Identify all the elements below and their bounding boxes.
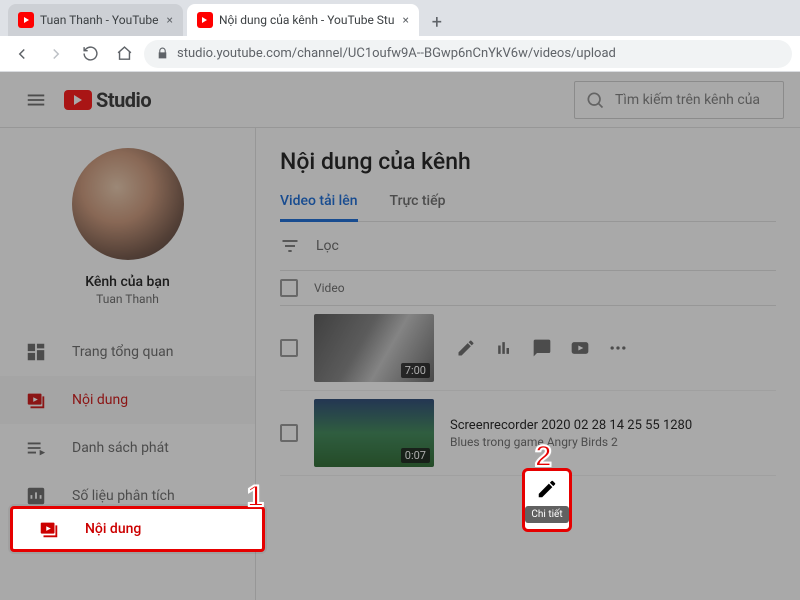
- sidebar-item-label: Nội dung: [72, 392, 128, 408]
- sidebar-item-label: Danh sách phát: [72, 440, 169, 456]
- tab-title: Tuan Thanh - YouTube: [40, 13, 159, 27]
- filter-bar[interactable]: Lọc: [280, 222, 776, 270]
- sidebar-item-dashboard[interactable]: Trang tổng quan: [0, 328, 255, 376]
- app-bar: Studio: [0, 72, 800, 128]
- youtube-icon[interactable]: [568, 336, 592, 360]
- new-tab-button[interactable]: +: [423, 8, 451, 36]
- youtube-studio-app: Studio Kênh của bạn Tuan Thanh: [0, 72, 800, 600]
- home-button[interactable]: [110, 40, 138, 68]
- annotation-label: Nội dung: [85, 521, 141, 537]
- avatar[interactable]: [72, 148, 184, 260]
- youtube-favicon: [197, 12, 213, 28]
- annotation-number-1: 1: [247, 480, 264, 514]
- edit-icon[interactable]: [454, 336, 478, 360]
- sidebar-nav: Trang tổng quan Nội dung Danh sách phát: [0, 320, 255, 528]
- youtube-favicon: [18, 12, 34, 28]
- channel-label: Kênh của bạn: [85, 274, 170, 290]
- analytics-icon[interactable]: [492, 336, 516, 360]
- tab-title: Nội dung của kênh - YouTube Stu: [219, 13, 395, 27]
- sidebar-item-playlists[interactable]: Danh sách phát: [0, 424, 255, 472]
- tooltip-detail: Chi tiết: [525, 506, 568, 523]
- youtube-logo-icon: [64, 90, 92, 110]
- content-icon: [37, 517, 61, 541]
- content-icon: [24, 388, 48, 412]
- content-tabs: Video tải lên Trực tiếp: [280, 193, 776, 222]
- pencil-icon: [536, 478, 558, 500]
- search-icon: [585, 90, 605, 110]
- column-header-video: Video: [314, 281, 345, 295]
- comments-icon[interactable]: [530, 336, 554, 360]
- logo-text: Studio: [96, 88, 151, 112]
- row-actions: [454, 336, 630, 360]
- row-checkbox[interactable]: [280, 339, 298, 357]
- annotation-highlight-edit-button: Chi tiết: [522, 468, 572, 532]
- select-all-checkbox[interactable]: [280, 279, 298, 297]
- options-icon[interactable]: [606, 336, 630, 360]
- table-row[interactable]: 0:07 Screenrecorder 2020 02 28 14 25 55 …: [280, 391, 776, 476]
- close-icon[interactable]: ×: [402, 13, 408, 27]
- sidebar-item-label: Số liệu phân tích: [72, 488, 175, 504]
- table-header: Video: [280, 270, 776, 306]
- browser-tab-strip: Tuan Thanh - YouTube × Nội dung của kênh…: [0, 0, 800, 36]
- page-title: Nội dung của kênh: [280, 148, 776, 175]
- url-text: studio.youtube.com/channel/UC1oufw9A--BG…: [177, 46, 616, 61]
- reload-button[interactable]: [76, 40, 104, 68]
- browser-toolbar: studio.youtube.com/channel/UC1oufw9A--BG…: [0, 36, 800, 72]
- hamburger-menu-button[interactable]: [16, 80, 56, 120]
- video-thumbnail[interactable]: 0:07: [314, 399, 434, 467]
- video-subtitle: Blues trong game Angry Birds 2: [450, 435, 692, 449]
- tab-uploads[interactable]: Video tải lên: [280, 193, 358, 221]
- forward-button[interactable]: [42, 40, 70, 68]
- channel-name: Tuan Thanh: [96, 292, 159, 306]
- close-icon[interactable]: ×: [167, 13, 173, 27]
- row-checkbox[interactable]: [280, 424, 298, 442]
- lock-icon: [156, 47, 169, 60]
- playlist-icon: [24, 436, 48, 460]
- video-duration: 7:00: [401, 363, 430, 378]
- search-input[interactable]: [615, 92, 775, 108]
- video-thumbnail[interactable]: 7:00: [314, 314, 434, 382]
- annotation-number-2: 2: [535, 440, 552, 474]
- dashboard-icon: [24, 340, 48, 364]
- browser-tab-active[interactable]: Nội dung của kênh - YouTube Stu ×: [187, 4, 419, 36]
- table-row[interactable]: 7:00: [280, 306, 776, 391]
- video-title: Screenrecorder 2020 02 28 14 25 55 1280: [450, 418, 692, 433]
- search-box[interactable]: [574, 81, 784, 119]
- annotation-highlight-sidebar-content: Nội dung: [10, 506, 265, 552]
- address-field[interactable]: studio.youtube.com/channel/UC1oufw9A--BG…: [144, 40, 792, 68]
- filter-label: Lọc: [316, 238, 339, 254]
- channel-block: Kênh của bạn Tuan Thanh: [0, 128, 255, 320]
- tab-live[interactable]: Trực tiếp: [390, 193, 446, 221]
- sidebar-item-content[interactable]: Nội dung: [0, 376, 255, 424]
- studio-logo[interactable]: Studio: [64, 88, 151, 112]
- back-button[interactable]: [8, 40, 36, 68]
- filter-icon: [280, 236, 300, 256]
- sidebar-item-label: Trang tổng quan: [72, 344, 174, 360]
- analytics-icon: [24, 484, 48, 508]
- video-duration: 0:07: [401, 448, 430, 463]
- browser-tab[interactable]: Tuan Thanh - YouTube ×: [8, 4, 183, 36]
